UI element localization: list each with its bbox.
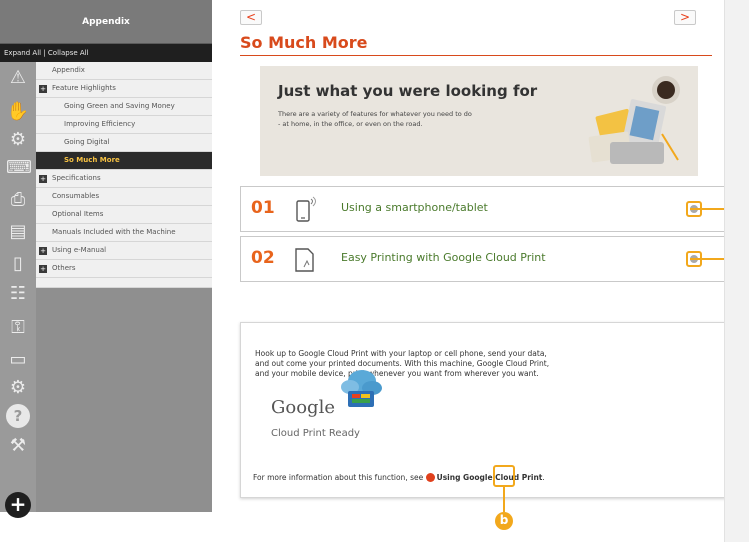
expand-box-icon[interactable]: + — [39, 85, 47, 93]
hero-illustration-icon — [588, 76, 680, 164]
google-logo: Google — [271, 397, 335, 418]
sidebar-item[interactable]: + Others — [36, 260, 212, 278]
title-divider — [240, 55, 712, 56]
next-page-button[interactable]: > — [674, 10, 696, 25]
sidebar-item[interactable]: + Feature Highlights — [36, 80, 212, 98]
hero-description-line: - at home, in the office, or even on the… — [278, 120, 423, 128]
more-info-prefix: For more information about this function… — [253, 473, 426, 482]
feature-detail-panel: Hook up to Google Cloud Print with your … — [240, 322, 726, 498]
sidebar-item[interactable]: + Specifications — [36, 170, 212, 188]
feature-label: Easy Printing with Google Cloud Print — [341, 251, 546, 264]
sidebar-item[interactable]: Going Green and Saving Money — [36, 98, 212, 116]
detail-text: and your mobile device, print whenever y… — [255, 369, 539, 378]
feature-number: 01 — [251, 198, 275, 218]
sidebar-spacer — [36, 278, 212, 288]
smartphone-icon — [296, 196, 316, 222]
manual-page: Appendix Expand All | Collapse All ⚠ ✋ ⚙ ⌨ ⎙… — [0, 0, 749, 542]
sidebar: Appendix Expand All | Collapse All ⚠ ✋ ⚙ ⌨ ⎙… — [0, 0, 212, 518]
network-icon[interactable]: ☷ — [6, 282, 30, 306]
cloud-print-icon — [341, 370, 382, 407]
help-icon[interactable]: ? — [6, 404, 30, 428]
expand-box-icon[interactable]: + — [39, 265, 47, 273]
monitor-icon[interactable]: ▭ — [6, 348, 30, 372]
gear-icon[interactable]: ⚙ — [6, 376, 30, 400]
collapse-all-link[interactable]: Collapse All — [48, 49, 89, 57]
sidebar-header: Appendix — [0, 0, 212, 44]
sidebar-item[interactable]: So Much More — [36, 152, 212, 170]
hand-icon[interactable]: ✋ — [6, 100, 30, 124]
hero-banner: Just what you were looking for There are… — [260, 66, 698, 176]
feature-row-smartphone[interactable]: 01 Using a smartphone/tablet — [240, 186, 726, 232]
feature-row-google-cloud-print[interactable]: 02 Easy Printing with Google Cloud Print — [240, 236, 726, 282]
sidebar-item-label: Specifications — [52, 174, 101, 182]
feature-label: Using a smartphone/tablet — [341, 201, 488, 214]
sidebar-item-label: Optional Items — [52, 210, 104, 218]
print-icon[interactable]: ⎙ — [6, 188, 30, 212]
sidebar-item-label: Consumables — [52, 192, 100, 200]
icon-strip: ⚠ ✋ ⚙ ⌨ ⎙ ▤ ▯ ☷ ⚿ ▭ ⚙? ⚒ — [0, 62, 36, 512]
settings-icon[interactable]: ⚙ — [6, 128, 30, 152]
sidebar-item-label: Others — [52, 264, 76, 272]
tools-icon[interactable]: ⚒ — [6, 434, 30, 458]
expand-all-link[interactable]: Expand All — [4, 49, 41, 57]
cloud-print-ready-label: Cloud Print Ready — [271, 428, 360, 439]
device-icon[interactable]: ▯ — [6, 252, 30, 276]
keyboard-icon[interactable]: ⌨ — [6, 156, 32, 180]
feature-number: 02 — [251, 248, 275, 268]
detail-text: Hook up to Google Cloud Print with your … — [255, 349, 547, 358]
scanner-icon[interactable]: ▤ — [6, 220, 30, 244]
sidebar-item-label: Improving Efficiency — [64, 120, 136, 128]
prev-page-button[interactable]: < — [240, 10, 262, 25]
link-highlight-box — [493, 465, 515, 487]
detail-text: and out come your printed documents. Wit… — [255, 359, 550, 368]
expand-box-icon[interactable]: + — [39, 175, 47, 183]
separator: | — [41, 49, 48, 57]
hero-description-line: There are a variety of features for what… — [278, 110, 472, 118]
warning-icon[interactable]: ⚠ — [6, 66, 30, 90]
sidebar-item[interactable]: Manuals Included with the Machine — [36, 224, 212, 242]
sidebar-item[interactable]: Consumables — [36, 188, 212, 206]
sidebar-item-label: Appendix — [52, 66, 85, 74]
sidebar-item[interactable]: + Using e-Manual — [36, 242, 212, 260]
link-arrow-icon[interactable] — [425, 472, 435, 482]
sidebar-item-label: So Much More — [64, 156, 120, 164]
main-content: < > So Much More Just what you were look… — [228, 0, 726, 512]
sidebar-item[interactable]: Optional Items — [36, 206, 212, 224]
sidebar-item[interactable]: Going Digital — [36, 134, 212, 152]
sidebar-item-label: Going Green and Saving Money — [64, 102, 175, 110]
hero-title: Just what you were looking for — [278, 82, 538, 100]
callout-line-b — [503, 486, 505, 512]
sidebar-item-label: Going Digital — [64, 138, 110, 146]
sidebar-item-label: Feature Highlights — [52, 84, 116, 92]
sidebar-item-label: Using e-Manual — [52, 246, 107, 254]
callout-badge-b: b — [495, 512, 513, 530]
more-info-link[interactable]: Using Google Cloud Print — [437, 473, 543, 482]
document-icon — [295, 248, 314, 272]
expand-box-icon[interactable]: + — [39, 247, 47, 255]
sidebar-item[interactable]: Appendix — [36, 62, 212, 80]
page-title: So Much More — [240, 33, 368, 52]
scrollbar[interactable] — [724, 0, 749, 542]
expand-collapse-bar: Expand All | Collapse All — [0, 44, 212, 62]
sidebar-item[interactable]: Improving Efficiency — [36, 116, 212, 134]
add-icon[interactable]: + — [5, 492, 31, 518]
toc-list: Appendix + Feature Highlights Going Green a… — [36, 62, 212, 288]
lock-icon[interactable]: ⚿ — [6, 316, 30, 340]
sidebar-item-label: Manuals Included with the Machine — [52, 228, 176, 236]
more-info-suffix: . — [542, 473, 545, 482]
